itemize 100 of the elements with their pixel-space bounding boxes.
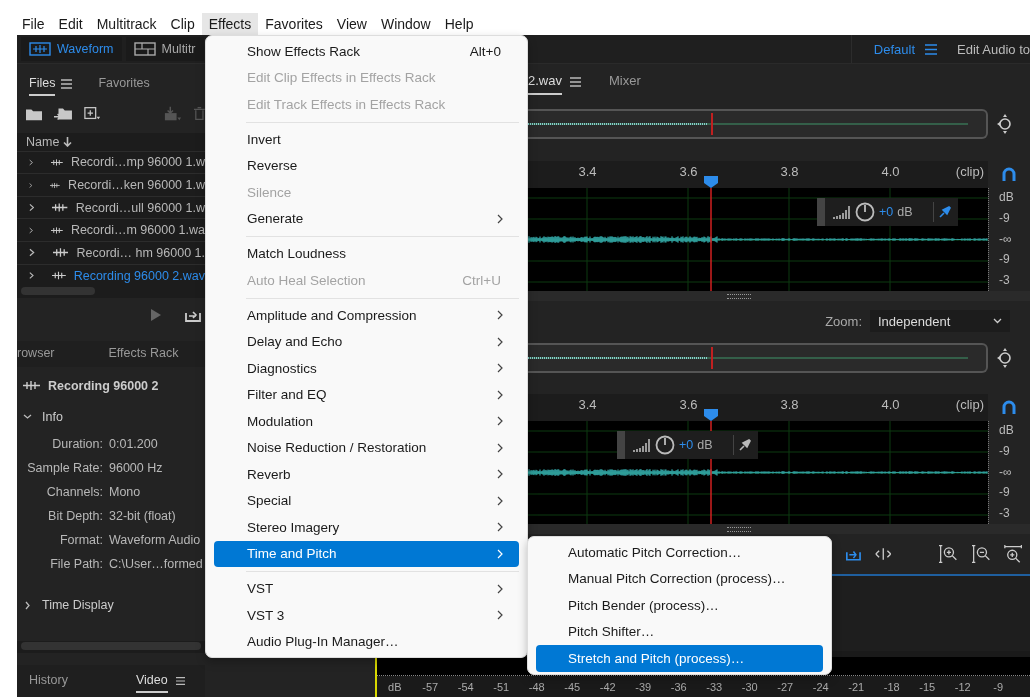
- expand-chevron-icon[interactable]: [29, 271, 34, 280]
- power-icon[interactable]: [855, 202, 875, 222]
- meter-label: -51: [492, 681, 511, 693]
- menu-item[interactable]: Reverb: [214, 461, 519, 488]
- menu-item[interactable]: Amplitude and Compression: [214, 302, 519, 329]
- collapse-chevron-icon[interactable]: [23, 412, 32, 421]
- zoom-out-icon[interactable]: [971, 543, 990, 565]
- panel-tab[interactable]: Favorites: [98, 71, 150, 96]
- panel-tab[interactable]: rowser: [17, 341, 55, 366]
- info-label: File Path:: [49, 557, 103, 572]
- meter-label: -12: [953, 681, 972, 693]
- amplitude-label: -∞: [999, 231, 1013, 246]
- amplitude-label: -9: [999, 210, 1011, 225]
- zoom-in-icon[interactable]: [939, 543, 958, 565]
- ruler-label: 3.4: [577, 397, 598, 412]
- menu-bar-item[interactable]: Clip: [163, 13, 202, 35]
- expand-chevron-icon[interactable]: [29, 248, 35, 258]
- menu-item[interactable]: Delay and Echo: [214, 328, 519, 355]
- time-ruler[interactable]: 3.4 3.6 3.8 4.0 (clip): [528, 161, 988, 188]
- menu-item[interactable]: Pitch Bender (process)…: [536, 592, 823, 619]
- gain-value: +0: [879, 205, 894, 219]
- export-icon[interactable]: [185, 308, 201, 323]
- expand-chevron-icon[interactable]: [23, 600, 32, 610]
- menu-icon[interactable]: [175, 676, 185, 687]
- menu-bar-item[interactable]: Effects: [201, 13, 259, 35]
- menu-item[interactable]: Match Loudness: [214, 240, 519, 267]
- headphones-icon[interactable]: [1002, 400, 1016, 415]
- menu-item[interactable]: Diagnostics: [214, 355, 519, 382]
- gain-unit: dB: [697, 438, 713, 452]
- menu-bar-item[interactable]: File: [15, 13, 52, 35]
- menu-item[interactable]: Invert: [214, 126, 519, 153]
- menu-item[interactable]: Modulation: [214, 408, 519, 435]
- zoom-navigator-icon[interactable]: [996, 112, 1014, 135]
- menu-item[interactable]: Noise Reduction / Restoration: [214, 434, 519, 461]
- mode-tab[interactable]: Multitr: [125, 37, 204, 61]
- pin-icon[interactable]: [938, 205, 952, 219]
- meter-label: -15: [918, 681, 937, 693]
- expand-chevron-icon[interactable]: [29, 225, 34, 235]
- meter-label: -21: [847, 681, 866, 693]
- playhead-marker: [711, 346, 713, 369]
- time-ruler[interactable]: 3.4 3.6 3.8 4.0 (clip): [528, 394, 988, 421]
- pin-icon[interactable]: [738, 438, 752, 452]
- zoom-navigator-icon[interactable]: [996, 346, 1014, 369]
- menu-item[interactable]: Audio Plug-In Manager…: [214, 628, 519, 655]
- info-value: Waveform Audio: [109, 533, 202, 548]
- split-arrows-icon[interactable]: [874, 547, 892, 561]
- panel-tab[interactable]: Video: [135, 669, 168, 694]
- menu-item[interactable]: Special: [214, 487, 519, 514]
- meter-label: -9: [992, 681, 1005, 693]
- menu-item[interactable]: Automatic Pitch Correction…: [536, 539, 823, 566]
- menu-icon[interactable]: [61, 78, 73, 89]
- menu-bar-item[interactable]: Edit: [51, 13, 90, 35]
- headphones-icon[interactable]: [1002, 167, 1016, 182]
- workspace-name[interactable]: Edit Audio to: [957, 41, 1030, 57]
- sort-arrow-icon[interactable]: [63, 136, 73, 147]
- menu-bar-item[interactable]: Multitrack: [89, 13, 164, 35]
- menu-item[interactable]: VST 3: [214, 602, 519, 629]
- menu-item[interactable]: Stereo Imagery: [214, 514, 519, 541]
- menu-icon[interactable]: [569, 76, 581, 87]
- workspace-name[interactable]: Default: [873, 41, 915, 57]
- scrollbar-thumb[interactable]: [21, 642, 201, 651]
- menu-item[interactable]: Time and Pitch: [214, 540, 519, 567]
- expand-chevron-icon[interactable]: [29, 203, 35, 213]
- meter-label: -54: [456, 681, 475, 693]
- new-file-icon[interactable]: [84, 106, 101, 122]
- meter-label: -57: [421, 681, 440, 693]
- menu-item[interactable]: Filter and EQ: [214, 381, 519, 408]
- meter-label: -18: [882, 681, 901, 693]
- amplitude-label: -9: [999, 252, 1011, 267]
- menu-item[interactable]: Pitch Shifter…: [536, 618, 823, 645]
- zoom-dropdown[interactable]: Independent: [870, 310, 1010, 332]
- editor-tab[interactable]: Mixer: [608, 68, 641, 95]
- signal-bars-icon: [833, 205, 851, 219]
- panel-tab[interactable]: Effects Rack: [108, 341, 179, 366]
- zoom-in-icon[interactable]: [1003, 543, 1022, 565]
- meter-label: -30: [740, 681, 759, 693]
- menu-item[interactable]: Manual Pitch Correction (process)…: [536, 565, 823, 592]
- power-icon[interactable]: [655, 435, 675, 455]
- menu-item[interactable]: Show Effects Rack Alt+0: [214, 38, 519, 65]
- column-header[interactable]: Name: [26, 132, 60, 151]
- menu-bar-item[interactable]: Window: [373, 13, 438, 35]
- gain-control[interactable]: +0 dB: [617, 431, 758, 459]
- expand-chevron-icon[interactable]: [29, 180, 33, 190]
- mode-tab[interactable]: Waveform: [21, 37, 122, 61]
- menu-bar-item[interactable]: View: [329, 13, 374, 35]
- menu-icon[interactable]: [925, 43, 937, 55]
- expand-chevron-icon[interactable]: [29, 157, 34, 167]
- panel-tab[interactable]: History: [29, 669, 68, 694]
- info-value: 0:01.200: [109, 437, 159, 452]
- menu-item[interactable]: VST: [214, 575, 519, 602]
- menu-bar-item[interactable]: Favorites: [258, 13, 330, 35]
- menu-bar-item[interactable]: Help: [437, 13, 481, 35]
- section-title[interactable]: Info: [42, 409, 63, 424]
- section-title[interactable]: Time Display: [42, 598, 114, 613]
- gain-control[interactable]: +0 dB: [817, 198, 958, 226]
- menu-item[interactable]: Reverse: [214, 152, 519, 179]
- panel-tab[interactable]: Files: [29, 71, 56, 96]
- menu-item[interactable]: Stretch and Pitch (process)…: [536, 645, 823, 672]
- play-icon[interactable]: [151, 309, 161, 322]
- menu-item[interactable]: Generate: [214, 205, 519, 232]
